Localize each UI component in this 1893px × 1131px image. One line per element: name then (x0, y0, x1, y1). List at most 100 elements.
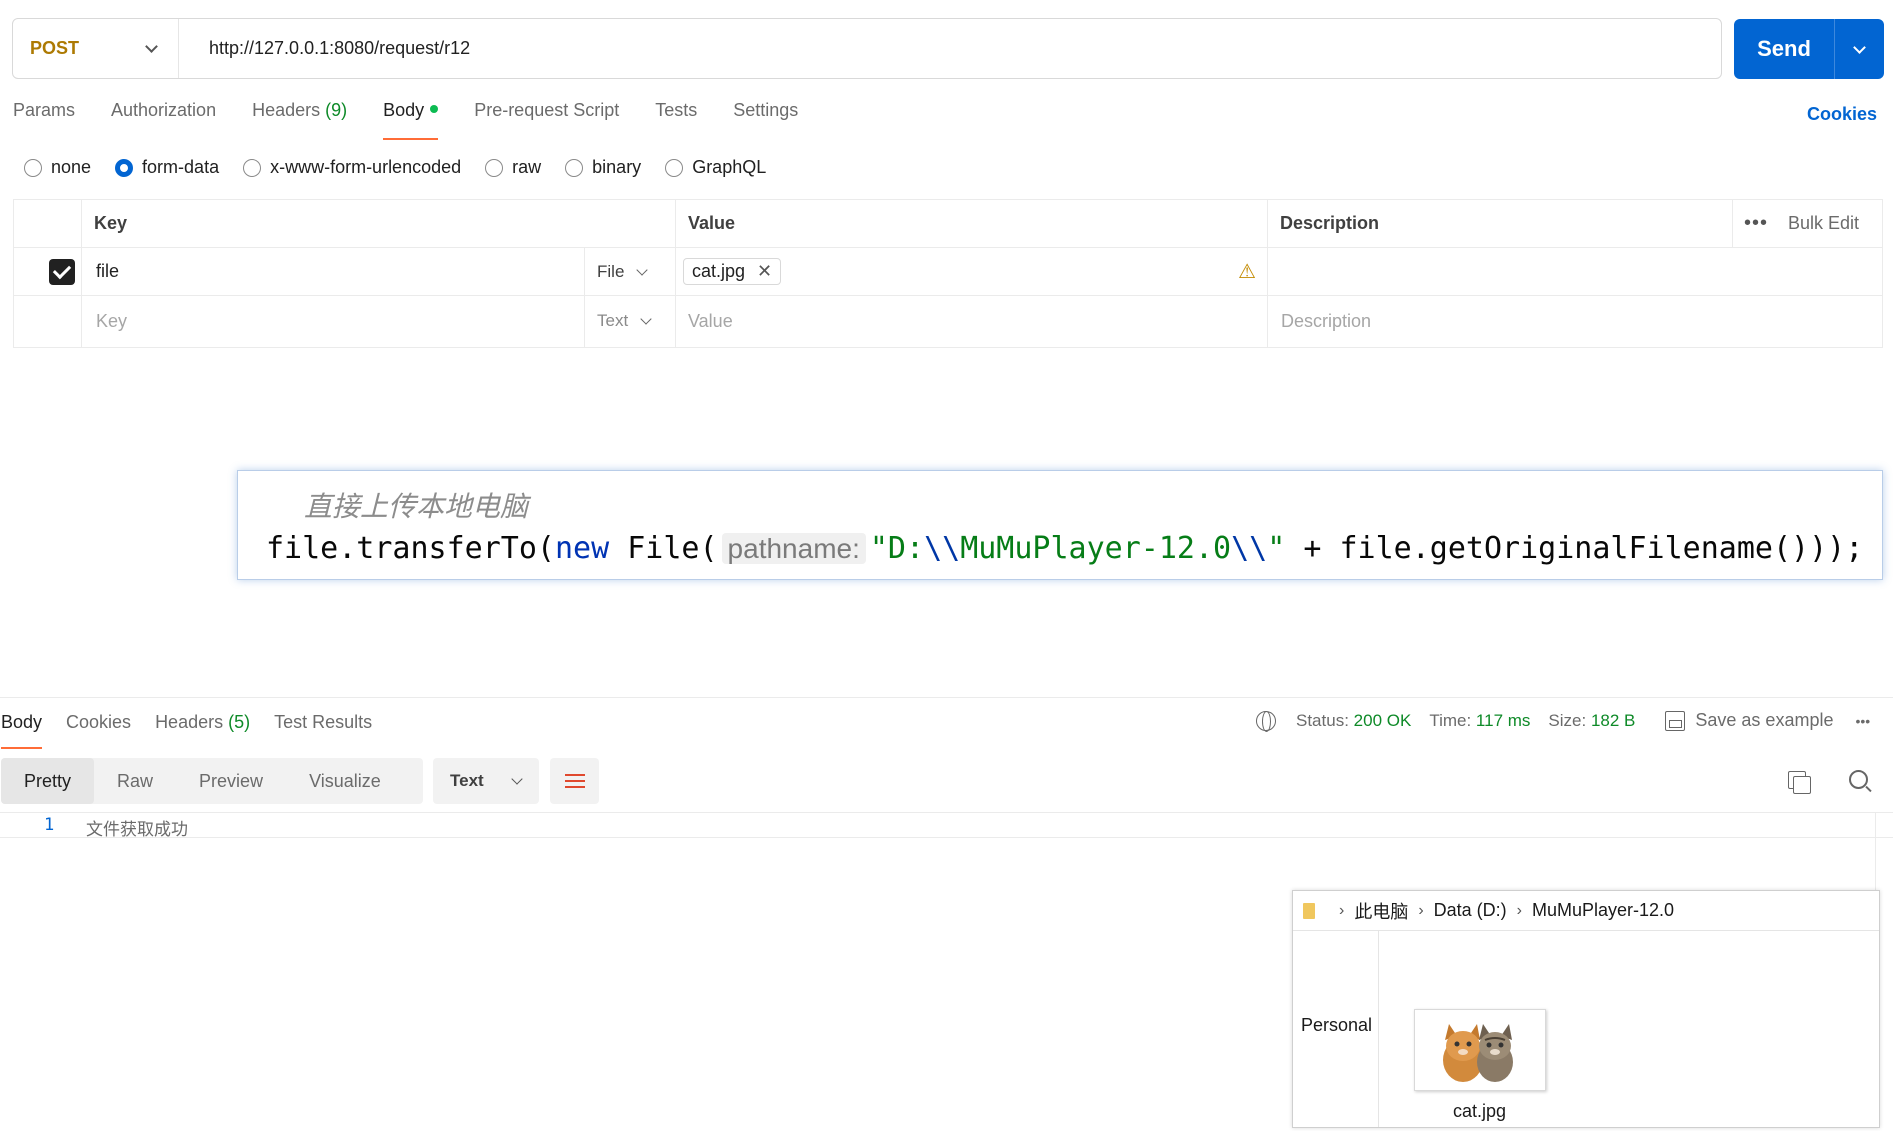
method-selector[interactable]: POST (13, 19, 179, 78)
file-chip-label: cat.jpg (692, 261, 746, 281)
cat-image (1443, 1024, 1513, 1082)
radio-urlencoded[interactable]: x-www-form-urlencoded (243, 157, 461, 178)
wrap-lines-button[interactable] (550, 758, 599, 804)
send-options-button[interactable] (1835, 19, 1884, 79)
request-tabs: Params Authorization Headers (9) Body Pr… (13, 100, 834, 140)
radio-form-data[interactable]: form-data (115, 157, 219, 178)
time-value[interactable]: 117 ms (1476, 711, 1531, 731)
radio-label: raw (512, 157, 542, 177)
more-options-icon[interactable]: ••• (1855, 713, 1870, 729)
header-key: Key (94, 213, 128, 233)
tab-settings[interactable]: Settings (733, 100, 798, 140)
header-value: Value (688, 213, 736, 233)
headers-count: (9) (325, 100, 348, 120)
tab-body-label: Body (383, 100, 425, 120)
table-header-row: Key Value Description ••• Bulk Edit (14, 200, 1882, 248)
row-key[interactable]: file (96, 248, 119, 295)
code-line: file.transferTo(new File(pathname: "D:\\M… (266, 531, 1863, 566)
breadcrumb-item[interactable]: Data (D:) (1434, 900, 1507, 921)
tab-headers-label: Headers (252, 100, 321, 120)
file-name-label[interactable]: cat.jpg (1453, 1101, 1506, 1122)
chevron-down-icon (1853, 40, 1866, 54)
code-string: " (1267, 531, 1286, 566)
remove-file-icon[interactable]: ✕ (757, 261, 772, 282)
response-tabs: Body Cookies Headers (5) Test Results (1, 712, 396, 749)
radio-circle-selected (115, 158, 134, 177)
search-icon[interactable] (1849, 770, 1868, 789)
editor-current-line (0, 812, 1893, 838)
globe-icon[interactable] (1256, 710, 1276, 732)
breadcrumb-item[interactable]: MuMuPlayer-12.0 (1532, 900, 1674, 921)
form-data-table: Key Value Description ••• Bulk Edit file… (13, 199, 1883, 348)
more-options-icon[interactable]: ••• (1744, 200, 1768, 247)
wrap-lines-icon (564, 780, 585, 782)
response-tab-headers[interactable]: Headers (5) (155, 712, 250, 749)
response-tab-cookies[interactable]: Cookies (66, 712, 131, 749)
file-thumbnail[interactable] (1414, 1009, 1546, 1091)
radio-graphql[interactable]: GraphQL (665, 157, 766, 178)
new-value-input[interactable]: Value (688, 297, 733, 345)
table-new-row: Key Text Value Description (14, 297, 1882, 345)
radio-raw[interactable]: raw (485, 157, 541, 178)
new-key-input[interactable]: Key (96, 297, 127, 345)
view-raw[interactable]: Raw (94, 758, 176, 804)
new-row-type-select[interactable]: Text (597, 297, 652, 345)
chevron-right-icon: › (1516, 901, 1522, 919)
row-checkbox[interactable] (49, 248, 75, 295)
editor-scrollbar-track (1875, 812, 1876, 892)
response-view-selector: Pretty Raw Preview Visualize (1, 758, 423, 804)
breadcrumb-item[interactable]: 此电脑 (1354, 898, 1408, 924)
code-comment: 直接上传本地电脑 (304, 490, 529, 523)
breadcrumb: › 此电脑 › Data (D:) › MuMuPlayer-12.0 (1293, 891, 1879, 931)
code-string: "D: (869, 531, 925, 566)
tab-pre-request-script[interactable]: Pre-request Script (474, 100, 619, 140)
view-visualize[interactable]: Visualize (286, 758, 404, 804)
save-as-example-button[interactable]: Save as example (1695, 710, 1833, 731)
tab-body[interactable]: Body (383, 100, 439, 140)
radio-none[interactable]: none (24, 157, 91, 178)
radio-binary[interactable]: binary (565, 157, 641, 178)
tab-headers[interactable]: Headers (9) (252, 100, 347, 140)
radio-circle (485, 158, 504, 177)
nav-item-personal[interactable]: Personal (1301, 1015, 1372, 1036)
copy-icon[interactable] (1788, 771, 1811, 794)
radio-label: none (51, 157, 92, 177)
radio-label: GraphQL (692, 157, 767, 177)
response-tab-test-results[interactable]: Test Results (274, 712, 372, 749)
new-row-type-label: Text (597, 311, 629, 330)
status-label: Status: (1296, 710, 1349, 730)
response-divider (0, 697, 1893, 698)
url-bar: POST (12, 18, 1722, 79)
response-format-select[interactable]: Text (433, 758, 539, 804)
row-value: cat.jpg ✕ (683, 248, 782, 295)
view-preview[interactable]: Preview (176, 758, 286, 804)
warning-icon[interactable]: ⚠ (1238, 248, 1256, 295)
url-input[interactable] (179, 38, 1679, 59)
response-tab-body[interactable]: Body (1, 712, 43, 749)
body-indicator-dot (430, 105, 439, 113)
row-type-select[interactable]: File (597, 248, 649, 295)
save-icon (1665, 710, 1686, 731)
bulk-edit-button[interactable]: Bulk Edit (1788, 200, 1859, 247)
size-label: Size: (1548, 710, 1587, 730)
code-escape: \\ (1231, 531, 1268, 566)
body-type-radios: none form-data x-www-form-urlencoded raw… (24, 157, 790, 178)
tab-authorization[interactable]: Authorization (111, 100, 216, 140)
response-tab-headers-label: Headers (155, 712, 224, 732)
code-escape: \\ (924, 531, 961, 566)
response-body-text[interactable]: 文件获取成功 (86, 815, 188, 840)
size-value[interactable]: 182 B (1591, 711, 1635, 731)
tab-tests[interactable]: Tests (655, 100, 697, 140)
view-pretty[interactable]: Pretty (1, 758, 95, 804)
table-row: file File cat.jpg ✕ ⚠ (14, 248, 1882, 296)
status-value[interactable]: 200 OK (1354, 711, 1412, 731)
tab-params[interactable]: Params (13, 100, 75, 140)
radio-circle (665, 158, 684, 177)
method-label: POST (30, 38, 80, 58)
radio-label: form-data (142, 157, 220, 177)
send-button[interactable]: Send (1734, 19, 1835, 79)
radio-circle (24, 158, 42, 177)
cookies-link[interactable]: Cookies (1807, 104, 1877, 125)
new-description-input[interactable]: Description (1281, 297, 1371, 345)
code-snippet-overlay: 直接上传本地电脑 file.transferTo(new File(pathna… (237, 470, 1883, 580)
